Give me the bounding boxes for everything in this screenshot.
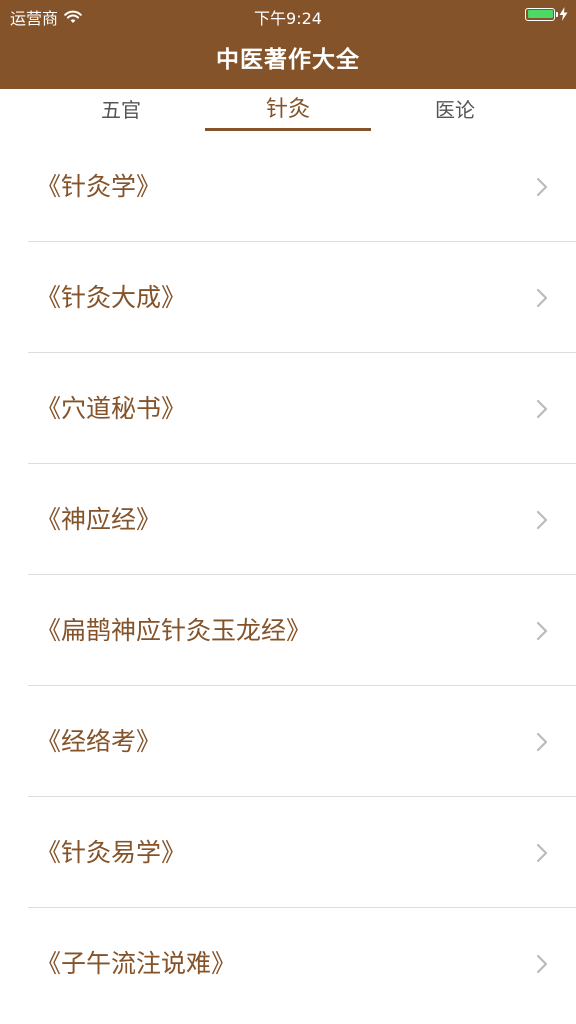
battery-indicator — [525, 7, 568, 21]
chevron-right-icon — [536, 177, 548, 197]
chevron-right-icon — [536, 621, 548, 641]
book-list: 《针灸学》 《针灸大成》 《穴道秘书》 《神应经》 《扁鹊神应针灸玉龙经》 《经… — [0, 131, 576, 1019]
list-item[interactable]: 《经络考》 — [0, 686, 576, 797]
chevron-right-icon — [536, 399, 548, 419]
list-item-title: 《子午流注说难》 — [36, 949, 237, 978]
category-tabs: 五官 针灸 医论 — [0, 89, 576, 133]
status-bar: 运营商 下午9:24 — [0, 0, 576, 30]
chevron-right-icon — [536, 843, 548, 863]
battery-fill — [527, 10, 553, 18]
tab-wuguan[interactable]: 五官 — [38, 89, 204, 131]
battery-icon — [525, 7, 558, 21]
list-item-title: 《扁鹊神应针灸玉龙经》 — [36, 616, 312, 645]
chevron-right-icon — [536, 510, 548, 530]
chevron-right-icon — [536, 954, 548, 974]
list-item-title: 《针灸学》 — [36, 172, 162, 201]
charging-bolt-icon — [559, 7, 568, 21]
list-item[interactable]: 《针灸大成》 — [0, 242, 576, 353]
chevron-right-icon — [536, 732, 548, 752]
navigation-header: 运营商 下午9:24 中医著作大全 — [0, 0, 576, 89]
list-item-title: 《神应经》 — [36, 505, 162, 534]
list-item[interactable]: 《神应经》 — [0, 464, 576, 575]
list-item[interactable]: 《子午流注说难》 — [0, 908, 576, 1019]
chevron-right-icon — [536, 288, 548, 308]
tab-zhenjiu[interactable]: 针灸 — [205, 89, 371, 131]
tab-yilun[interactable]: 医论 — [372, 89, 538, 131]
list-item[interactable]: 《针灸学》 — [0, 131, 576, 242]
list-item-title: 《经络考》 — [36, 727, 162, 756]
status-time: 下午9:24 — [254, 9, 322, 28]
list-item-title: 《针灸大成》 — [36, 283, 187, 312]
list-item[interactable]: 《针灸易学》 — [0, 797, 576, 908]
page-title: 中医著作大全 — [216, 47, 360, 73]
list-item[interactable]: 《穴道秘书》 — [0, 353, 576, 464]
list-item-title: 《穴道秘书》 — [36, 394, 187, 423]
list-item-title: 《针灸易学》 — [36, 838, 187, 867]
list-item[interactable]: 《扁鹊神应针灸玉龙经》 — [0, 575, 576, 686]
